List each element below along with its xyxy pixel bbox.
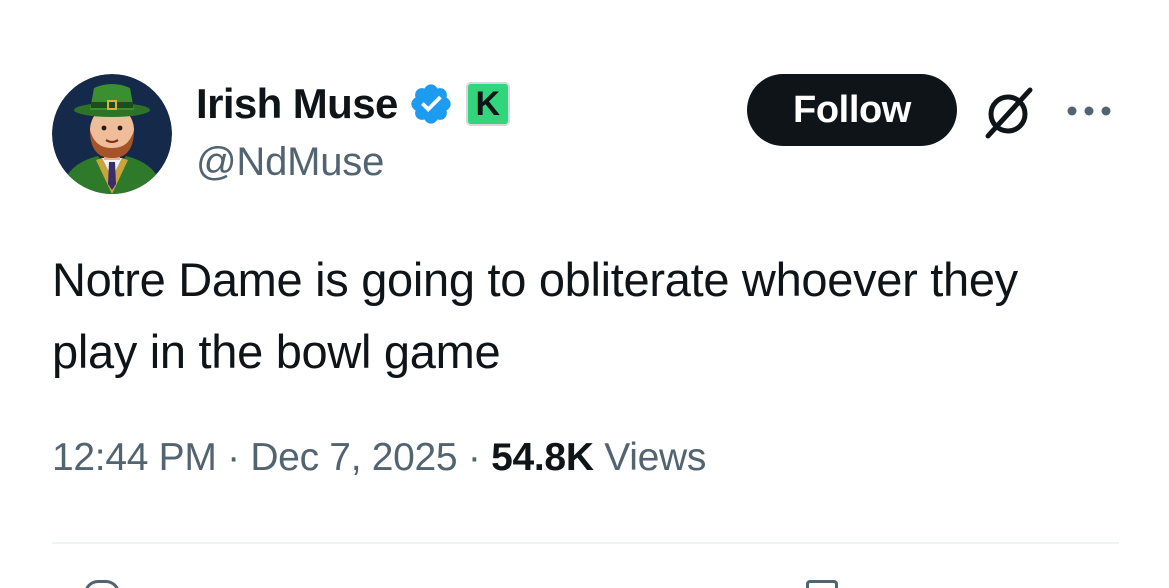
grok-icon[interactable]: [980, 84, 1038, 142]
avatar[interactable]: [52, 74, 172, 194]
views-label: Views: [604, 436, 707, 479]
tweet-date[interactable]: Dec 7, 2025: [250, 436, 457, 479]
reply-icon[interactable]: [84, 580, 120, 588]
tweet-card: Irish Muse K @NdMuse Follow Notre Dame i…: [0, 0, 1169, 588]
bookmark-icon[interactable]: [806, 580, 838, 588]
affiliate-badge[interactable]: K: [465, 82, 510, 126]
avatar-illustration: [52, 74, 172, 194]
more-icon[interactable]: [1064, 96, 1114, 126]
tweet-meta: 12:44 PM · Dec 7, 2025 · 54.8K Views: [52, 436, 706, 480]
follow-button[interactable]: Follow: [747, 74, 957, 146]
views-count[interactable]: 54.8K: [491, 436, 594, 479]
meta-separator: ·: [467, 436, 481, 479]
meta-separator: ·: [227, 436, 240, 479]
tweet-text: Notre Dame is going to obliterate whoeve…: [52, 253, 1018, 378]
author-name-row: Irish Muse K: [196, 78, 510, 130]
display-name[interactable]: Irish Muse: [196, 80, 398, 128]
tweet-time[interactable]: 12:44 PM: [52, 436, 217, 479]
author-handle[interactable]: @NdMuse: [196, 140, 384, 185]
divider: [52, 542, 1119, 544]
verified-badge-icon[interactable]: [408, 81, 454, 127]
